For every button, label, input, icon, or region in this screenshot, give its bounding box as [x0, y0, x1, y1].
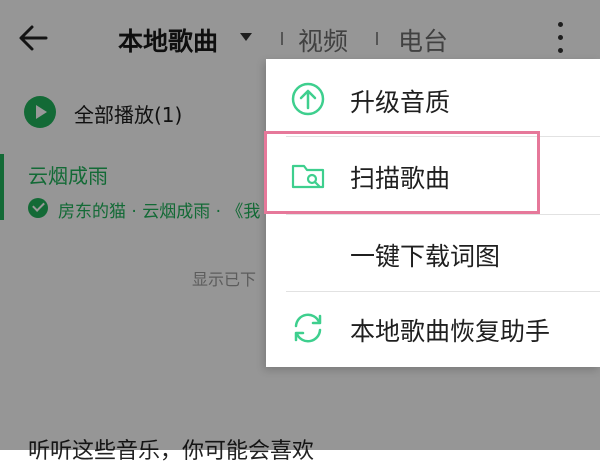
menu-item-label: 升级音质 [350, 88, 451, 117]
menu-item-upgrade-quality[interactable]: 升级音质 [266, 59, 600, 139]
upgrade-arrow-icon [291, 82, 325, 116]
highlight-box [264, 131, 540, 214]
menu-item-label: 本地歌曲恢复助手 [350, 317, 551, 346]
menu-item-label: 一键下载词图 [350, 242, 501, 271]
menu-item-restore-assistant[interactable]: 本地歌曲恢复助手 [266, 292, 600, 367]
refresh-arrows-icon [294, 313, 322, 343]
menu-item-download-lyrics-art[interactable]: 一键下载词图 [266, 215, 600, 291]
